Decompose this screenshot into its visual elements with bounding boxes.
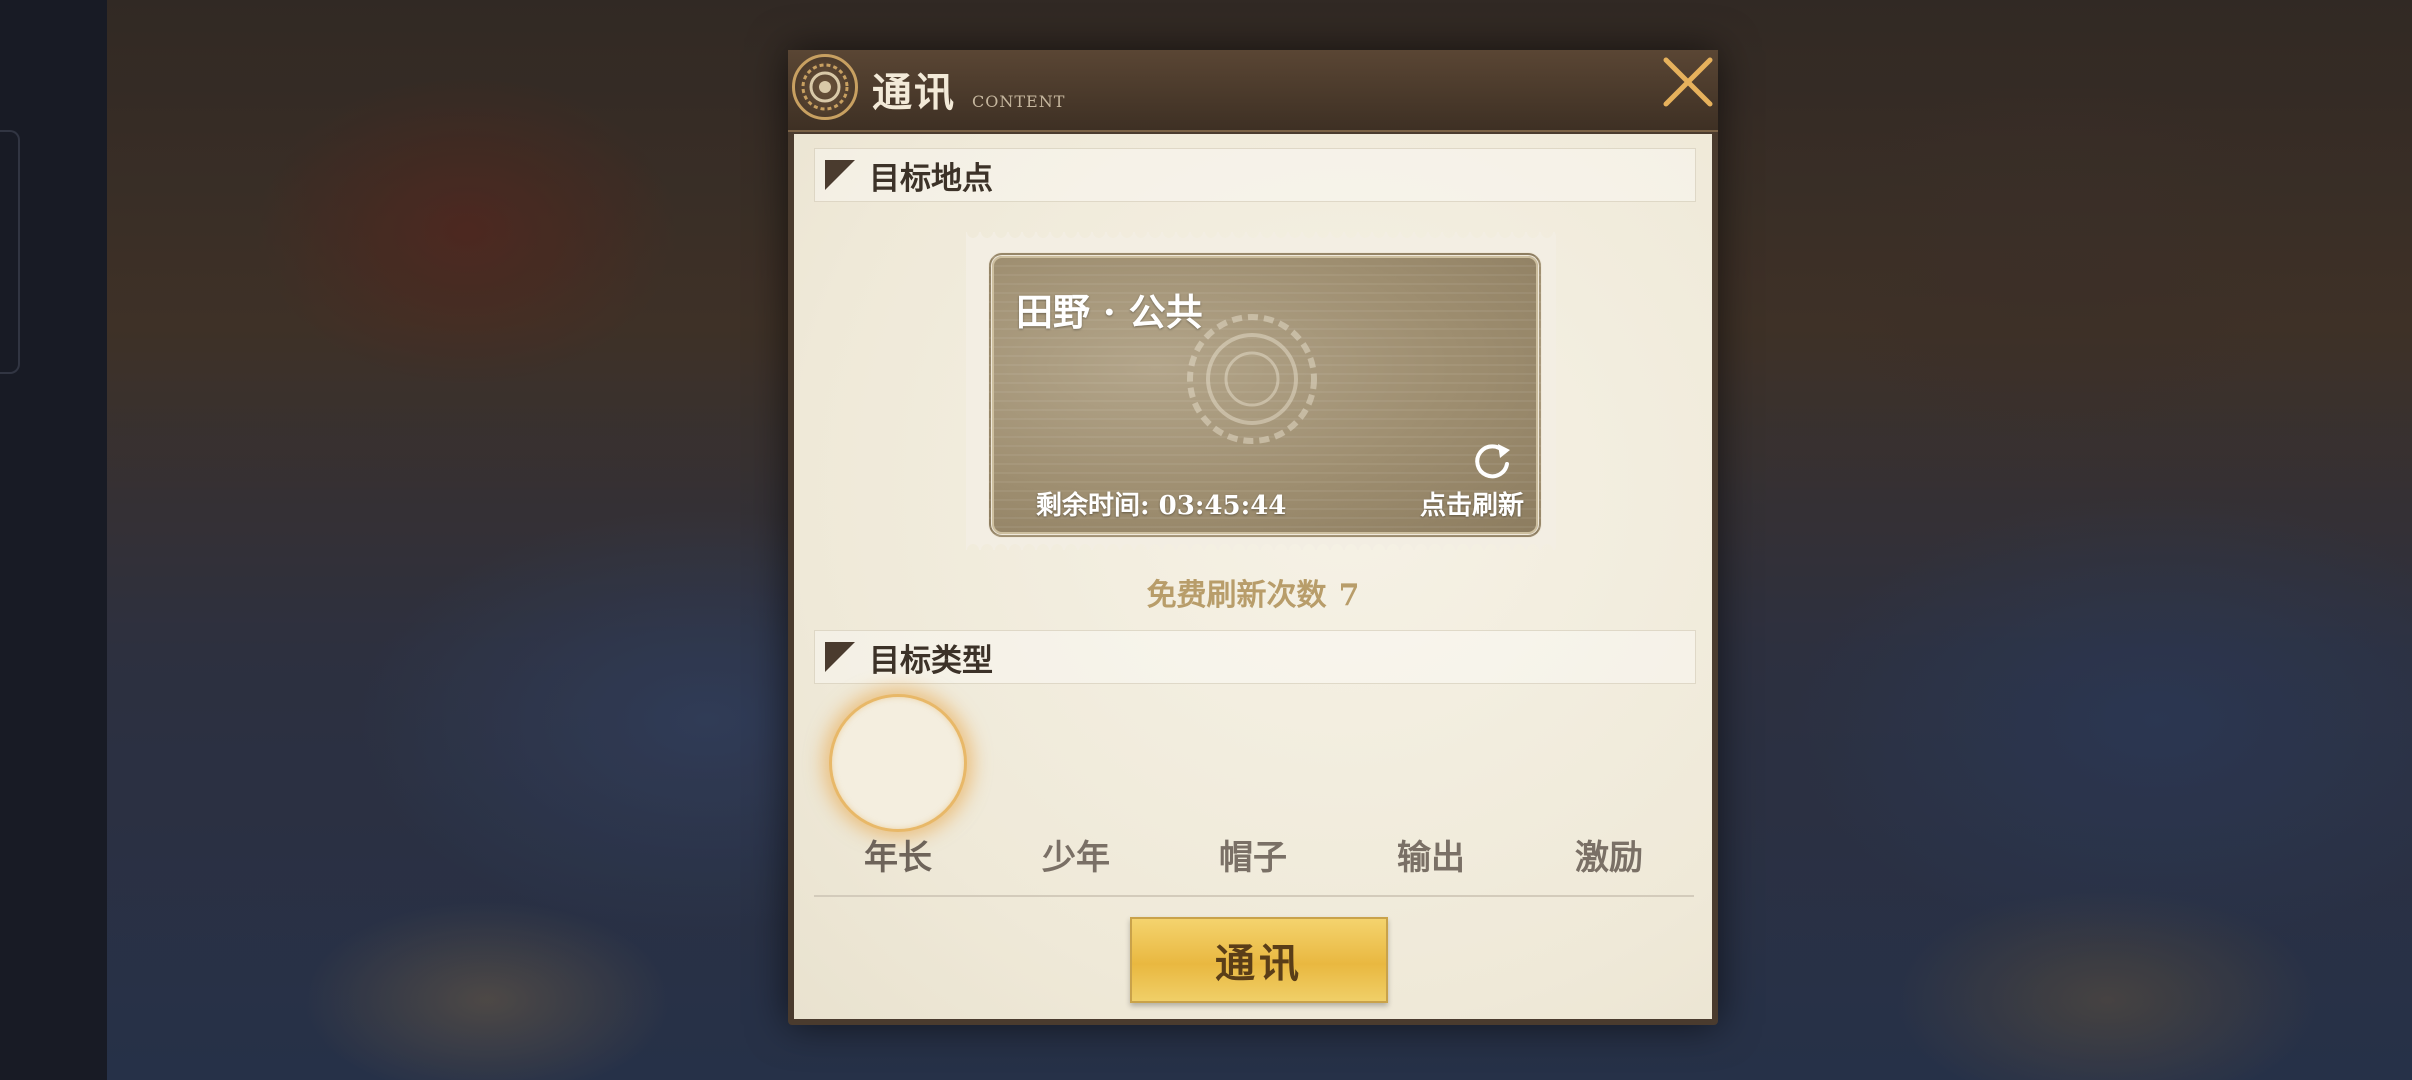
section-location-heading: 目标地点 — [814, 148, 1696, 202]
location-card-inner: 田野 · 公共 剩余时间: 03:45:44 点击刷新 — [988, 252, 1542, 538]
type-option-elder[interactable]: 年长 — [828, 830, 968, 879]
location-card[interactable]: 田野 · 公共 剩余时间: 03:45:44 点击刷新 — [966, 232, 1556, 550]
type-option-selected-indicator[interactable] — [828, 694, 968, 834]
selection-circle — [829, 694, 967, 832]
type-option-inspire[interactable]: 激励 — [1539, 830, 1679, 879]
dialog-subtitle: CONTENT — [972, 92, 1066, 111]
type-option-youth[interactable]: 少年 — [1006, 830, 1146, 879]
type-option-output[interactable]: 输出 — [1361, 830, 1501, 879]
section-label: 目标地点 — [869, 160, 993, 197]
free-refresh-counter: 免费刷新次数 7 — [794, 570, 1712, 614]
section-marker-icon — [825, 642, 855, 672]
refresh-icon[interactable] — [1470, 438, 1514, 482]
communication-dialog: 通讯 CONTENT 目标地点 田野 · 公共 剩余时间: 03:45:44 点… — [788, 50, 1718, 1025]
type-option-hat[interactable]: 帽子 — [1183, 830, 1323, 879]
remaining-time: 剩余时间: 03:45:44 — [1036, 491, 1287, 521]
section-marker-icon — [825, 160, 855, 190]
dialog-body: 目标地点 田野 · 公共 剩余时间: 03:45:44 点击刷新 免费刷新次数 7 — [794, 134, 1712, 1019]
gear-icon — [792, 54, 858, 120]
refresh-button[interactable]: 点击刷新 — [1420, 485, 1524, 522]
free-refresh-count: 7 — [1338, 578, 1360, 613]
location-name: 田野 · 公共 — [1016, 290, 1203, 334]
dialog-header: 通讯 CONTENT — [788, 50, 1718, 132]
divider — [814, 895, 1694, 897]
free-refresh-label: 免费刷新次数 — [1146, 578, 1327, 613]
dialog-title: 通讯 — [872, 69, 956, 116]
communicate-button[interactable]: 通讯 — [1130, 917, 1388, 1003]
section-label: 目标类型 — [869, 642, 993, 679]
close-button[interactable] — [1658, 52, 1718, 112]
section-type-heading: 目标类型 — [814, 630, 1696, 684]
close-icon — [1663, 57, 1713, 107]
